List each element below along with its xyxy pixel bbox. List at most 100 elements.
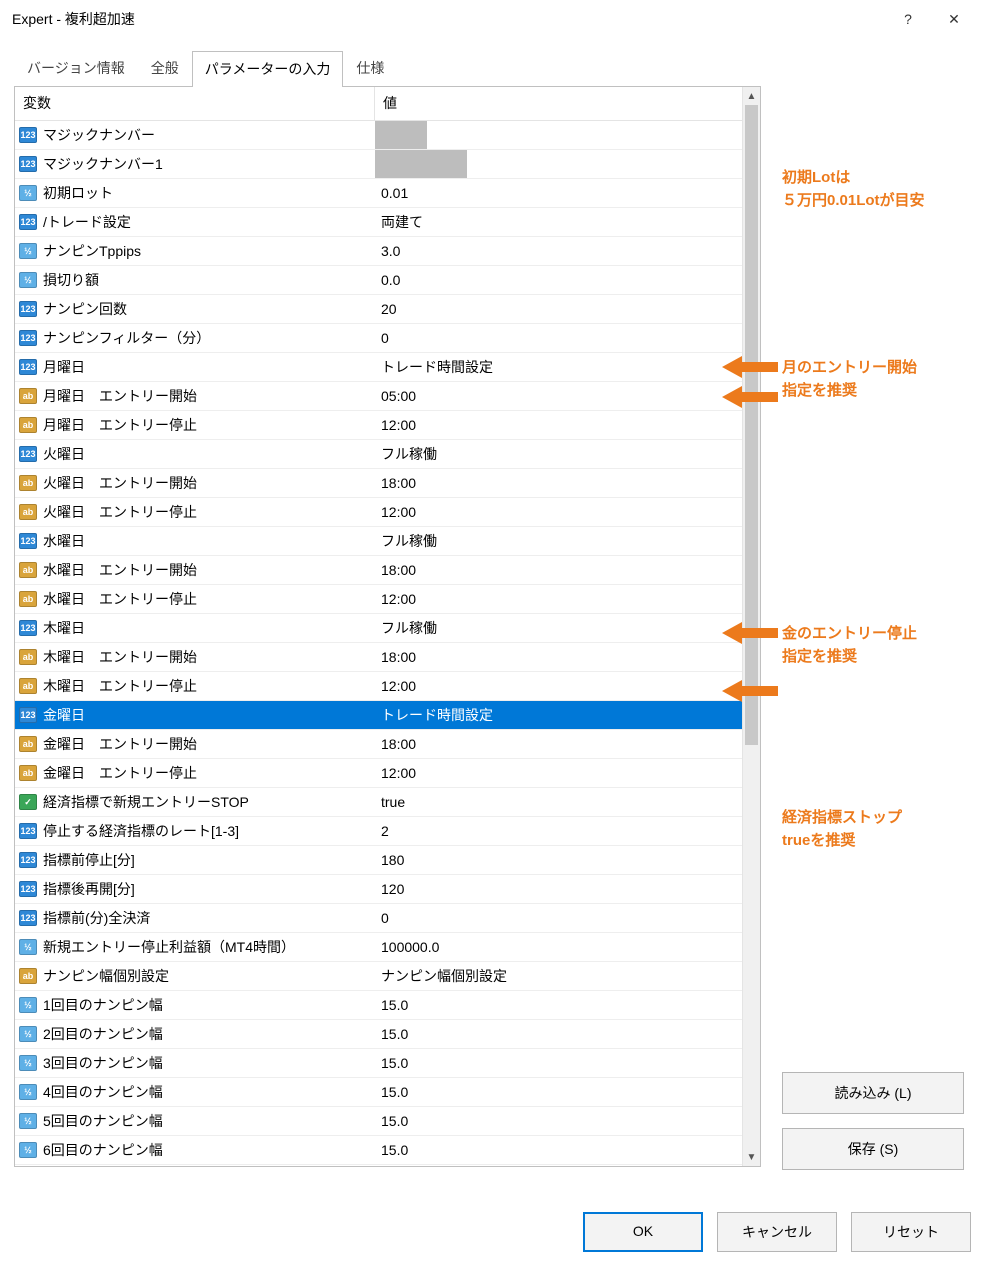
parameter-value[interactable]: 15.0 — [375, 1026, 760, 1042]
parameter-row[interactable]: ½新規エントリー停止利益額（MT4時間）100000.0 — [15, 933, 760, 962]
parameter-row[interactable]: 123停止する経済指標のレート[1-3]2 — [15, 817, 760, 846]
parameter-row[interactable]: ½3回目のナンピン幅15.0 — [15, 1049, 760, 1078]
parameter-value[interactable]: フル稼働 — [375, 618, 760, 638]
parameter-row[interactable]: ½4回目のナンピン幅15.0 — [15, 1078, 760, 1107]
tab[interactable]: 全般 — [138, 50, 192, 86]
parameter-row[interactable]: ab木曜日 エントリー停止12:00 — [15, 672, 760, 701]
parameter-value[interactable]: 12:00 — [375, 417, 760, 433]
parameter-row[interactable]: 123指標後再開[分]120 — [15, 875, 760, 904]
annotation-text: 経済指標ストップ — [782, 809, 902, 826]
parameter-value[interactable]: 15.0 — [375, 1142, 760, 1158]
parameter-row[interactable]: ab金曜日 エントリー停止12:00 — [15, 759, 760, 788]
parameter-value[interactable]: 15.0 — [375, 997, 760, 1013]
int-type-icon: 123 — [19, 127, 37, 143]
parameter-value[interactable]: 18:00 — [375, 475, 760, 491]
parameter-row[interactable]: 123/トレード設定両建て — [15, 208, 760, 237]
parameter-value[interactable]: 両建て — [375, 212, 760, 232]
parameter-row[interactable]: ½6回目のナンピン幅15.0 — [15, 1136, 760, 1165]
parameter-value[interactable]: 180 — [375, 852, 760, 868]
parameter-value[interactable]: 15.0 — [375, 1084, 760, 1100]
parameter-value[interactable] — [375, 150, 760, 178]
parameter-row[interactable]: 123月曜日トレード時間設定 — [15, 353, 760, 382]
parameter-value[interactable] — [375, 121, 760, 149]
tab[interactable]: バージョン情報 — [14, 50, 138, 86]
parameter-row[interactable]: ½2回目のナンピン幅15.0 — [15, 1020, 760, 1049]
parameter-value[interactable]: フル稼働 — [375, 444, 760, 464]
parameter-row[interactable]: ✓経済指標で新規エントリーSTOPtrue — [15, 788, 760, 817]
parameter-value[interactable]: 20 — [375, 301, 760, 317]
parameter-value[interactable]: true — [375, 794, 760, 810]
tab[interactable]: 仕様 — [343, 50, 397, 86]
parameter-value[interactable]: 2 — [375, 823, 760, 839]
parameter-value[interactable]: 100000.0 — [375, 939, 760, 955]
parameter-row[interactable]: 123マジックナンバー1 — [15, 150, 760, 179]
parameter-row[interactable]: 123金曜日トレード時間設定 — [15, 701, 760, 730]
scroll-down-icon[interactable]: ▼ — [743, 1148, 760, 1166]
parameter-name: 火曜日 — [43, 444, 85, 464]
parameter-value[interactable]: 18:00 — [375, 736, 760, 752]
parameter-row[interactable]: 123火曜日フル稼働 — [15, 440, 760, 469]
parameter-value[interactable]: 12:00 — [375, 504, 760, 520]
parameter-name: 金曜日 エントリー停止 — [43, 763, 197, 783]
header-value[interactable]: 値 — [375, 87, 760, 120]
parameter-value[interactable]: 18:00 — [375, 562, 760, 578]
ok-button[interactable]: OK — [583, 1212, 703, 1252]
parameter-row[interactable]: ab木曜日 エントリー開始18:00 — [15, 643, 760, 672]
parameter-name: 指標前停止[分] — [43, 850, 135, 870]
parameter-row[interactable]: ab水曜日 エントリー開始18:00 — [15, 556, 760, 585]
parameter-value[interactable]: トレード時間設定 — [375, 705, 760, 725]
parameter-value[interactable]: 120 — [375, 881, 760, 897]
parameter-value[interactable]: 15.0 — [375, 1113, 760, 1129]
parameter-row[interactable]: abナンピン幅個別設定ナンピン幅個別設定 — [15, 962, 760, 991]
load-button[interactable]: 読み込み (L) — [782, 1072, 964, 1114]
parameter-row[interactable]: ab月曜日 エントリー開始05:00 — [15, 382, 760, 411]
parameter-row[interactable]: ab月曜日 エントリー停止12:00 — [15, 411, 760, 440]
parameter-row[interactable]: ½損切り額0.0 — [15, 266, 760, 295]
parameter-value[interactable]: フル稼働 — [375, 531, 760, 551]
annotation-text: 月のエントリー開始 — [782, 359, 917, 376]
parameter-row[interactable]: 123ナンピン回数20 — [15, 295, 760, 324]
parameter-value[interactable]: 0 — [375, 330, 760, 346]
scroll-up-icon[interactable]: ▲ — [743, 87, 760, 105]
cancel-button[interactable]: キャンセル — [717, 1212, 837, 1252]
parameter-value[interactable]: 18:00 — [375, 649, 760, 665]
parameter-value[interactable]: 12:00 — [375, 765, 760, 781]
parameter-value[interactable]: 0 — [375, 910, 760, 926]
parameter-row[interactable]: ½初期ロット0.01 — [15, 179, 760, 208]
parameter-row[interactable]: 123マジックナンバー — [15, 121, 760, 150]
parameter-value[interactable]: 12:00 — [375, 591, 760, 607]
parameter-value[interactable]: ナンピン幅個別設定 — [375, 966, 760, 986]
parameter-row[interactable]: ab火曜日 エントリー開始18:00 — [15, 469, 760, 498]
parameter-row[interactable]: ab水曜日 エントリー停止12:00 — [15, 585, 760, 614]
save-button[interactable]: 保存 (S) — [782, 1128, 964, 1170]
parameter-row[interactable]: 123木曜日フル稼働 — [15, 614, 760, 643]
parameter-name: 損切り額 — [43, 270, 99, 290]
parameter-value[interactable]: 0.01 — [375, 185, 760, 201]
parameter-name: 初期ロット — [43, 183, 113, 203]
int-type-icon: 123 — [19, 330, 37, 346]
parameter-row[interactable]: ½5回目のナンピン幅15.0 — [15, 1107, 760, 1136]
parameter-value[interactable]: 05:00 — [375, 388, 760, 404]
parameter-row[interactable]: ab金曜日 エントリー開始18:00 — [15, 730, 760, 759]
parameter-value[interactable]: トレード時間設定 — [375, 357, 760, 377]
parameter-row[interactable]: 123水曜日フル稼働 — [15, 527, 760, 556]
int-type-icon: 123 — [19, 707, 37, 723]
parameter-value[interactable]: 15.0 — [375, 1055, 760, 1071]
close-button[interactable]: ✕ — [931, 3, 977, 35]
parameter-name: 火曜日 エントリー停止 — [43, 502, 197, 522]
header-variable[interactable]: 変数 — [15, 87, 375, 120]
parameter-row[interactable]: ab火曜日 エントリー停止12:00 — [15, 498, 760, 527]
parameter-row[interactable]: 123指標前停止[分]180 — [15, 846, 760, 875]
parameter-row[interactable]: ½ナンピンTppips3.0 — [15, 237, 760, 266]
help-button[interactable]: ? — [885, 3, 931, 35]
reset-button[interactable]: リセット — [851, 1212, 971, 1252]
parameter-row[interactable]: 123ナンピンフィルター（分）0 — [15, 324, 760, 353]
parameter-row[interactable]: ½1回目のナンピン幅15.0 — [15, 991, 760, 1020]
parameter-value[interactable]: 12:00 — [375, 678, 760, 694]
parameter-value[interactable]: 3.0 — [375, 243, 760, 259]
parameter-row[interactable]: 123指標前(分)全決済0 — [15, 904, 760, 933]
dbl-type-icon: ½ — [19, 1142, 37, 1158]
tab[interactable]: パラメーターの入力 — [192, 51, 344, 87]
scroll-thumb[interactable] — [745, 105, 758, 745]
parameter-value[interactable]: 0.0 — [375, 272, 760, 288]
